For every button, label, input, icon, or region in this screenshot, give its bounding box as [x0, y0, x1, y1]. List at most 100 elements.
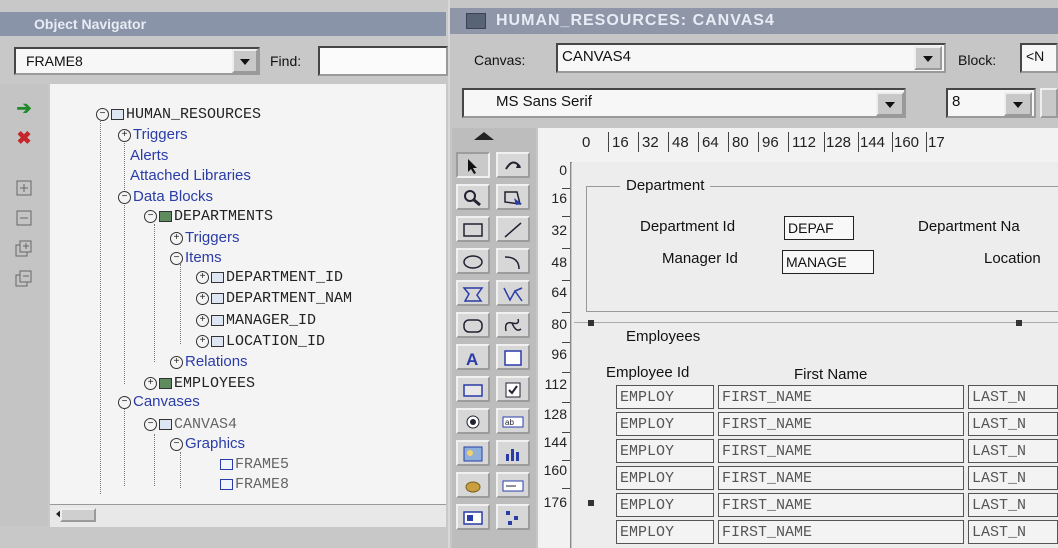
tree-node-alerts[interactable]: Alerts	[130, 147, 168, 165]
polygon-icon[interactable]	[456, 280, 490, 306]
checkbox-icon[interactable]	[496, 376, 530, 402]
department-frame[interactable]	[586, 186, 1058, 312]
collapse-node-icon[interactable]: −	[96, 107, 109, 121]
ellipse-icon[interactable]	[456, 248, 490, 274]
tree-node-location-id[interactable]: + LOCATION_ID	[196, 333, 325, 351]
tree-node-frame5[interactable]: FRAME5	[220, 456, 289, 474]
expand-node-icon[interactable]: +	[118, 128, 131, 142]
collapse-node-icon[interactable]: −	[170, 251, 183, 265]
line-icon[interactable]	[496, 216, 530, 242]
navigator-scroll-thumb[interactable]	[60, 508, 96, 522]
list-item-icon[interactable]	[496, 472, 530, 498]
tree-node-canvases[interactable]: − Canvases	[118, 393, 200, 411]
department-id-field[interactable]: DEPAF	[784, 216, 854, 240]
collapse-icon[interactable]	[13, 210, 35, 230]
reshape-icon[interactable]	[496, 184, 530, 210]
expand-all-icon[interactable]	[13, 240, 35, 260]
last-name-field[interactable]: LAST_N	[968, 385, 1058, 409]
palette-scroll-up-icon[interactable]	[474, 132, 494, 140]
tree-node-form[interactable]: − HUMAN_RESOURCES	[96, 106, 261, 124]
first-name-field[interactable]: FIRST_NAME	[718, 412, 964, 436]
last-name-field[interactable]: LAST_N	[968, 520, 1058, 544]
tree-node-relations[interactable]: + Relations	[170, 353, 248, 371]
tree-node-triggers[interactable]: + Triggers	[118, 126, 187, 144]
last-name-field[interactable]: LAST_N	[968, 439, 1058, 463]
arc-icon[interactable]	[496, 248, 530, 274]
employee-id-field[interactable]: EMPLOY	[616, 466, 714, 490]
manager-id-field[interactable]: MANAGE	[782, 250, 874, 274]
tree-node-attached-libraries[interactable]: Attached Libraries	[130, 167, 251, 185]
rotate-icon[interactable]	[496, 152, 530, 178]
frame-selector-dropdown-button[interactable]	[232, 49, 258, 73]
display-item-icon[interactable]	[456, 504, 490, 530]
employee-id-field[interactable]: EMPLOY	[616, 412, 714, 436]
font-name-dropdown-button[interactable]	[876, 92, 904, 116]
delete-icon[interactable]: ✖	[13, 128, 35, 148]
selection-handle[interactable]	[588, 500, 594, 506]
first-name-field[interactable]: FIRST_NAME	[718, 520, 964, 544]
button-icon[interactable]	[456, 376, 490, 402]
tree-node-graphics[interactable]: − Graphics	[170, 435, 245, 453]
first-name-field[interactable]: FIRST_NAME	[718, 439, 964, 463]
last-name-field[interactable]: LAST_N	[968, 466, 1058, 490]
frame-icon[interactable]	[496, 344, 530, 370]
tree-node-manager-id[interactable]: + MANAGER_ID	[196, 312, 316, 330]
text-icon[interactable]: A	[456, 344, 490, 370]
tree-node-departments[interactable]: − DEPARTMENTS	[144, 208, 273, 226]
expand-node-icon[interactable]: +	[196, 313, 209, 327]
first-name-field[interactable]: FIRST_NAME	[718, 493, 964, 517]
selection-handle[interactable]	[588, 320, 594, 326]
chart-icon[interactable]	[496, 440, 530, 466]
rectangle-icon[interactable]	[456, 216, 490, 242]
expand-node-icon[interactable]: +	[170, 231, 183, 245]
create-icon[interactable]: ➔	[13, 98, 35, 118]
collapse-node-icon[interactable]: −	[118, 190, 131, 204]
rounded-rectangle-icon[interactable]	[456, 312, 490, 338]
first-name-field[interactable]: FIRST_NAME	[718, 466, 964, 490]
tree-node-dept-triggers[interactable]: + Triggers	[170, 229, 239, 247]
image-icon[interactable]	[456, 440, 490, 466]
employee-id-field[interactable]: EMPLOY	[616, 439, 714, 463]
last-name-field[interactable]: LAST_N	[968, 493, 1058, 517]
find-input[interactable]	[318, 46, 448, 76]
tree-node-canvas4[interactable]: − CANVAS4	[144, 416, 237, 434]
navigator-title-bar[interactable]: Object Navigator	[0, 12, 446, 36]
tree-node-data-blocks[interactable]: − Data Blocks	[118, 188, 213, 206]
tree-node-employees[interactable]: + EMPLOYEES	[144, 375, 255, 393]
last-name-field[interactable]: LAST_N	[968, 412, 1058, 436]
polyline-icon[interactable]	[496, 280, 530, 306]
tree-node-items[interactable]: − Items	[170, 249, 222, 267]
canvas-title-bar[interactable]: HUMAN_RESOURCES: CANVAS4	[450, 8, 1058, 34]
expand-node-icon[interactable]: +	[196, 270, 209, 284]
canvas-dropdown-button[interactable]	[914, 46, 942, 70]
tree-node-frame8[interactable]: FRAME8	[220, 476, 289, 494]
employee-id-field[interactable]: EMPLOY	[616, 385, 714, 409]
tree-node-department-id[interactable]: + DEPARTMENT_ID	[196, 269, 343, 287]
collapse-node-icon[interactable]: −	[170, 437, 183, 451]
radio-button-icon[interactable]	[456, 408, 490, 434]
collapse-node-icon[interactable]: −	[144, 209, 157, 223]
bold-button[interactable]	[1040, 88, 1058, 118]
employee-id-field[interactable]: EMPLOY	[616, 520, 714, 544]
font-size-dropdown-button[interactable]	[1004, 92, 1032, 116]
first-name-field[interactable]: FIRST_NAME	[718, 385, 964, 409]
collapse-node-icon[interactable]: −	[118, 395, 131, 409]
navigator-tree[interactable]: − HUMAN_RESOURCES + Triggers Alerts Attach…	[50, 84, 446, 504]
expand-node-icon[interactable]: +	[170, 355, 183, 369]
text-item-icon[interactable]: ab	[496, 408, 530, 434]
selection-handle[interactable]	[1016, 320, 1022, 326]
collapse-node-icon[interactable]: −	[144, 417, 157, 431]
expand-icon[interactable]	[13, 180, 35, 200]
expand-node-icon[interactable]: +	[196, 334, 209, 348]
magnify-icon[interactable]	[456, 184, 490, 210]
freehand-icon[interactable]	[496, 312, 530, 338]
employee-id-field[interactable]: EMPLOY	[616, 493, 714, 517]
sound-icon[interactable]	[456, 472, 490, 498]
expand-node-icon[interactable]: +	[196, 291, 209, 305]
expand-node-icon[interactable]: +	[144, 376, 157, 390]
tab-canvas-icon[interactable]	[496, 504, 530, 530]
navigator-horizontal-scrollbar[interactable]	[50, 504, 446, 527]
select-icon[interactable]	[456, 152, 490, 178]
collapse-all-icon[interactable]	[13, 270, 35, 290]
tree-node-department-name[interactable]: + DEPARTMENT_NAM	[196, 290, 352, 308]
